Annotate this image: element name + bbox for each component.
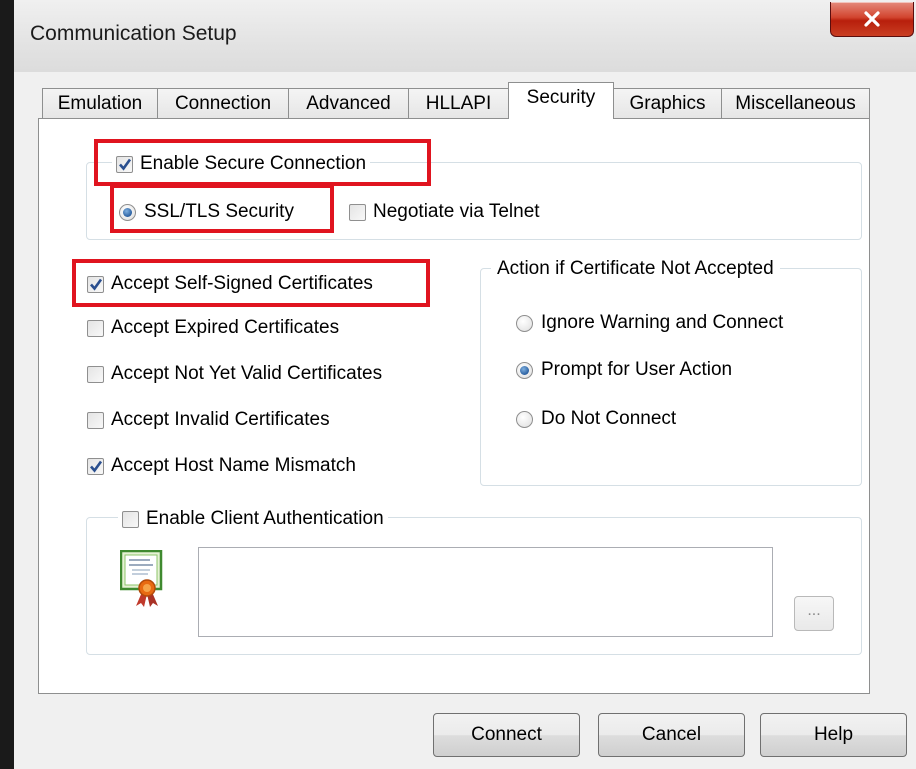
connect-button[interactable]: Connect bbox=[433, 713, 580, 757]
accept-expired-label: Accept Expired Certificates bbox=[111, 317, 340, 338]
close-button[interactable] bbox=[830, 2, 914, 37]
tab-graphics[interactable]: Graphics bbox=[613, 88, 722, 118]
ssl-tls-label: SSL/TLS Security bbox=[144, 201, 294, 222]
tab-advanced[interactable]: Advanced bbox=[288, 88, 409, 118]
ignore-warning-option[interactable]: Ignore Warning and Connect bbox=[516, 308, 783, 338]
negotiate-telnet-option[interactable]: Negotiate via Telnet bbox=[349, 197, 540, 227]
action-group-title: Action if Certificate Not Accepted bbox=[491, 255, 780, 283]
accept-self-signed-label: Accept Self-Signed Certificates bbox=[111, 273, 373, 294]
accept-host-mismatch-label: Accept Host Name Mismatch bbox=[111, 455, 356, 476]
tab-connection[interactable]: Connection bbox=[157, 88, 289, 118]
ignore-warning-radio[interactable] bbox=[516, 314, 533, 332]
accept-host-mismatch-option[interactable]: Accept Host Name Mismatch bbox=[87, 451, 356, 481]
certificate-icon bbox=[120, 550, 163, 607]
accept-invalid-option[interactable]: Accept Invalid Certificates bbox=[87, 405, 330, 435]
prompt-user-option[interactable]: Prompt for User Action bbox=[516, 355, 732, 385]
negotiate-telnet-checkbox[interactable] bbox=[349, 203, 366, 221]
accept-self-signed-checkbox[interactable] bbox=[87, 275, 104, 293]
tab-security[interactable]: Security bbox=[508, 82, 614, 119]
tab-hllapi[interactable]: HLLAPI bbox=[408, 88, 509, 118]
tab-miscellaneous[interactable]: Miscellaneous bbox=[721, 88, 870, 118]
enable-client-auth-label: Enable Client Authentication bbox=[146, 508, 384, 529]
ssl-tls-option[interactable]: SSL/TLS Security bbox=[119, 197, 294, 227]
accept-self-signed-option[interactable]: Accept Self-Signed Certificates bbox=[87, 269, 373, 299]
accept-invalid-label: Accept Invalid Certificates bbox=[111, 409, 330, 430]
accept-expired-checkbox[interactable] bbox=[87, 319, 104, 337]
tab-emulation[interactable]: Emulation bbox=[42, 88, 158, 118]
negotiate-telnet-label: Negotiate via Telnet bbox=[373, 201, 540, 222]
radio-selected-dot bbox=[520, 365, 529, 375]
accept-expired-option[interactable]: Accept Expired Certificates bbox=[87, 313, 339, 343]
help-button[interactable]: Help bbox=[760, 713, 907, 757]
client-certificate-field[interactable] bbox=[198, 547, 773, 637]
accept-not-yet-valid-option[interactable]: Accept Not Yet Valid Certificates bbox=[87, 359, 382, 389]
accept-host-mismatch-checkbox[interactable] bbox=[87, 457, 104, 475]
do-not-connect-label: Do Not Connect bbox=[541, 408, 677, 429]
do-not-connect-option[interactable]: Do Not Connect bbox=[516, 404, 676, 434]
close-icon bbox=[864, 11, 880, 27]
window-title: Communication Setup bbox=[30, 22, 237, 45]
window-frame-edge bbox=[0, 0, 14, 769]
browse-certificate-button[interactable]: ... bbox=[794, 596, 834, 631]
enable-secure-connection-label: Enable Secure Connection bbox=[140, 153, 367, 174]
enable-secure-connection-checkbox[interactable] bbox=[116, 155, 133, 173]
accept-not-yet-valid-checkbox[interactable] bbox=[87, 365, 104, 383]
radio-selected-dot bbox=[123, 207, 132, 217]
checkmark-icon bbox=[90, 460, 103, 473]
ignore-warning-label: Ignore Warning and Connect bbox=[541, 312, 784, 333]
checkmark-icon bbox=[119, 158, 132, 171]
ssl-tls-radio[interactable] bbox=[119, 203, 136, 221]
enable-client-auth-checkbox[interactable] bbox=[122, 510, 139, 528]
checkmark-icon bbox=[90, 278, 103, 291]
prompt-user-radio[interactable] bbox=[516, 361, 533, 379]
accept-not-yet-valid-label: Accept Not Yet Valid Certificates bbox=[111, 363, 383, 384]
cancel-button[interactable]: Cancel bbox=[598, 713, 745, 757]
accept-invalid-checkbox[interactable] bbox=[87, 411, 104, 429]
do-not-connect-radio[interactable] bbox=[516, 410, 533, 428]
enable-client-auth[interactable]: Enable Client Authentication bbox=[118, 504, 388, 534]
prompt-user-label: Prompt for User Action bbox=[541, 359, 733, 380]
enable-secure-connection[interactable]: Enable Secure Connection bbox=[112, 149, 371, 179]
